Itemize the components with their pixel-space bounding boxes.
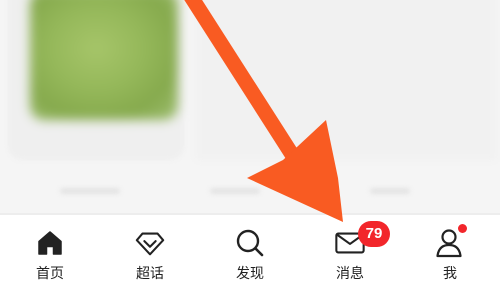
unread-count-badge: 79 (358, 221, 390, 247)
feed-blurred-text (370, 188, 410, 194)
home-icon (34, 227, 66, 259)
feed-blurred-text (210, 188, 260, 194)
tab-super-topic[interactable]: 超话 (100, 215, 200, 290)
diamond-icon (134, 227, 166, 259)
tab-home[interactable]: 首页 (0, 215, 100, 290)
tab-label: 消息 (336, 266, 364, 282)
tab-label: 首页 (36, 266, 64, 282)
feed-blurred-text (60, 188, 120, 194)
notification-dot (458, 224, 467, 233)
bottom-tab-bar: 首页 超话 发现 消息 79 我 (0, 215, 500, 290)
feed-thumbnail[interactable] (30, 0, 178, 120)
feed-card[interactable] (8, 0, 184, 160)
feed-area (0, 0, 500, 215)
tab-me[interactable]: 我 (400, 215, 500, 290)
feed-card[interactable] (196, 0, 496, 160)
tab-discover[interactable]: 发现 (200, 215, 300, 290)
tab-label: 发现 (236, 266, 264, 282)
tab-label: 我 (443, 266, 457, 282)
app-screen: 首页 超话 发现 消息 79 我 (0, 0, 500, 290)
tab-messages[interactable]: 消息 79 (300, 215, 400, 290)
tab-label: 超话 (136, 266, 164, 282)
search-icon (234, 227, 266, 259)
